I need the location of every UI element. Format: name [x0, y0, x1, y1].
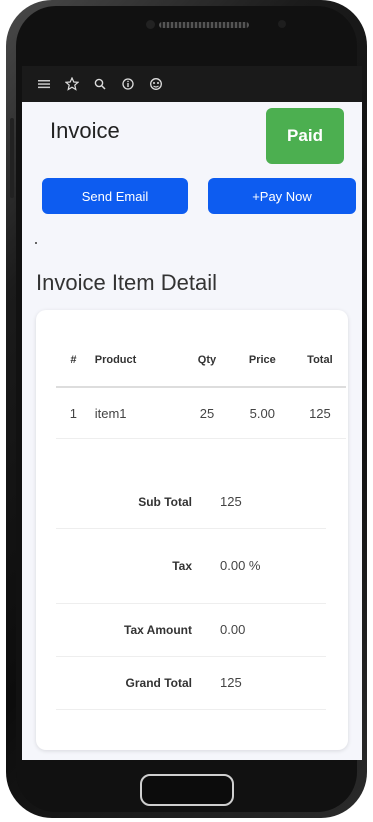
sub-total-value: 125 [220, 494, 242, 509]
cell-number: 1 [56, 387, 91, 439]
cell-product: item1 [90, 387, 184, 439]
section-title: Invoice Item Detail [36, 270, 217, 295]
totals-section: Sub Total 125 Tax 0.00 % Tax Amount 0.00… [56, 476, 326, 710]
tax-amount-row: Tax Amount 0.00 [56, 604, 326, 657]
paid-status-badge: Paid [266, 108, 344, 164]
sub-total-label: Sub Total [138, 495, 192, 509]
cell-price: 5.00 [230, 387, 294, 439]
tax-value: 0.00 % [220, 558, 261, 573]
cell-total: 125 [293, 387, 346, 439]
pay-now-button[interactable]: +Pay Now [208, 178, 356, 214]
column-header-qty: Qty [183, 334, 231, 388]
divider-dot [35, 242, 37, 244]
grand-total-value: 125 [220, 675, 242, 690]
search-icon[interactable] [86, 66, 114, 102]
menu-icon[interactable] [30, 66, 58, 102]
side-button [10, 118, 14, 198]
sub-total-row: Sub Total 125 [56, 476, 326, 529]
tax-label: Tax [172, 559, 192, 573]
grand-total-row: Grand Total 125 [56, 657, 326, 710]
top-toolbar [22, 66, 362, 102]
invoice-items-card: # Product Qty Price Total 1 item1 25 5.0… [36, 310, 348, 750]
items-table: # Product Qty Price Total 1 item1 25 5.0… [56, 334, 346, 439]
column-header-price: Price [230, 334, 294, 388]
proximity-sensor [278, 20, 286, 28]
column-header-number: # [56, 334, 91, 388]
star-icon[interactable] [58, 66, 86, 102]
column-header-total: Total [293, 334, 346, 388]
table-row: 1 item1 25 5.00 125 [56, 387, 346, 439]
tax-row: Tax 0.00 % [56, 529, 326, 604]
page-title: Invoice [50, 118, 120, 143]
table-header-row: # Product Qty Price Total [56, 334, 346, 388]
tax-amount-value: 0.00 [220, 622, 246, 637]
send-email-button[interactable]: Send Email [42, 178, 188, 214]
column-header-product: Product [90, 334, 184, 388]
tax-amount-label: Tax Amount [124, 623, 192, 637]
speaker-grill [159, 22, 249, 28]
info-icon[interactable] [114, 66, 142, 102]
camera [146, 20, 155, 29]
settings-icon[interactable] [142, 66, 170, 102]
grand-total-label: Grand Total [125, 676, 192, 690]
cell-qty: 25 [183, 387, 231, 439]
home-button[interactable] [140, 774, 234, 806]
app-screen: Invoice Paid Send Email +Pay Now Invoice… [22, 66, 362, 760]
